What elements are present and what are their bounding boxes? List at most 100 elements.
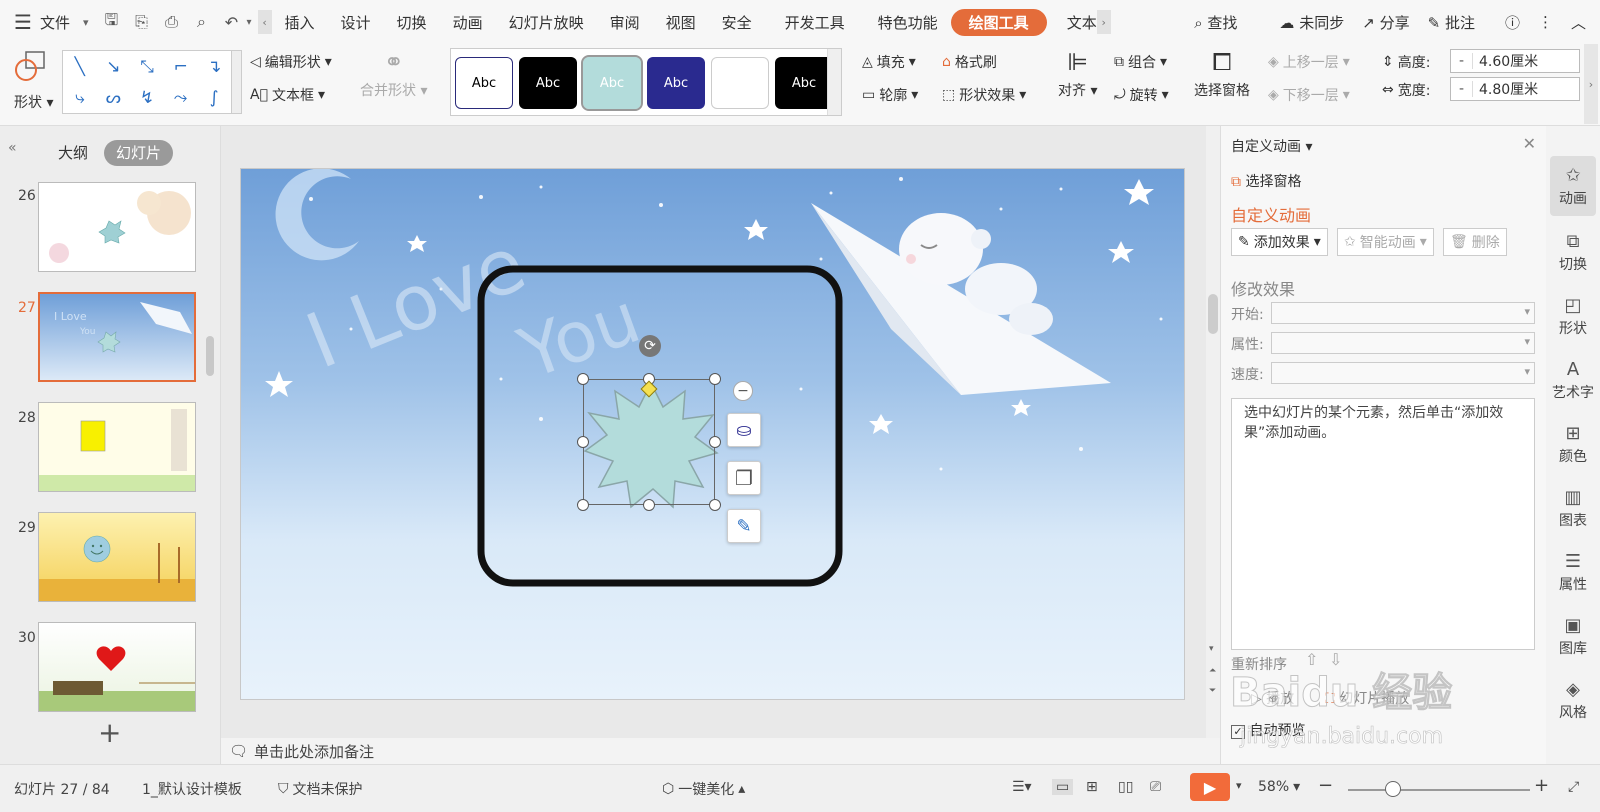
one-click-beautify[interactable]: ⬡ 一键美化 ▴	[662, 779, 745, 799]
play-slideshow-button[interactable]: ▶	[1190, 773, 1230, 801]
chevron-down-icon[interactable]: ▾	[246, 17, 251, 28]
fit-window-icon[interactable]: ⤢	[1568, 779, 1579, 795]
scroll-thumb[interactable]	[1208, 294, 1218, 334]
tab-special[interactable]: 特色功能	[858, 12, 951, 33]
prev-slide-icon[interactable]: ⏶	[1209, 666, 1216, 676]
print-icon[interactable]: ⎙	[156, 12, 186, 32]
double-arrow-icon[interactable]: ⤡	[130, 51, 164, 82]
zoom-level[interactable]: 58% ▾	[1258, 779, 1300, 795]
send-backward-button[interactable]: ◈ 下移一层 ▾	[1268, 85, 1350, 105]
selection-pane-button[interactable]: ⧠ 选择窗格	[1194, 48, 1250, 100]
slide-canvas[interactable]: I Love You ⟳ − ⛀ ❐ ✎	[240, 168, 1185, 700]
merge-shape-button[interactable]: ⚭ 合并形状 ▾	[360, 48, 427, 100]
format-painter-button[interactable]: ⌂ 格式刷	[942, 52, 997, 72]
shape-effect-button[interactable]: ⬚ 形状效果 ▾	[942, 85, 1026, 105]
width-decrement[interactable]: -	[1451, 81, 1473, 97]
tab-insert[interactable]: 插入	[272, 12, 328, 33]
resize-handle-bm[interactable]	[643, 499, 655, 511]
help-icon[interactable]: ⓘ	[1505, 12, 1520, 33]
resize-handle-br[interactable]	[709, 499, 721, 511]
notes-toggle-icon[interactable]: ☰▾	[1012, 779, 1032, 795]
smart-animation-button[interactable]: ✩ 智能动画 ▾	[1337, 228, 1434, 256]
arrow-line-icon[interactable]: ↘	[97, 51, 131, 82]
rotate-button[interactable]: ⤾ 旋转 ▾	[1114, 85, 1169, 105]
freeform-icon[interactable]: ∫	[197, 82, 231, 113]
tab-scroll-right[interactable]: ›	[1096, 10, 1111, 34]
outline-button[interactable]: ▭ 轮廓 ▾	[862, 85, 918, 105]
slide-thumbnail-27[interactable]: I Love You	[38, 292, 196, 382]
comment-button[interactable]: ✎ 批注	[1428, 12, 1475, 33]
rotate-handle[interactable]: ⟳	[639, 335, 661, 357]
shape-gallery[interactable]: ╲ ↘ ⤡ ⌐ ↴ ⤷ ᔕ ↯ ⤳ ∫	[62, 50, 232, 114]
tab-developer[interactable]: 开发工具	[765, 12, 858, 33]
presenter-view-icon[interactable]: ⎚	[1150, 779, 1161, 795]
property-select[interactable]	[1271, 332, 1535, 354]
add-effect-button[interactable]: ✎ 添加效果 ▾	[1231, 228, 1328, 256]
print-preview-icon[interactable]: ⌕	[186, 12, 216, 32]
tab-design[interactable]: 设计	[328, 12, 384, 33]
elbow-double-arrow-icon[interactable]: ⤷	[63, 82, 97, 113]
align-button[interactable]: ⊫ 对齐 ▾	[1058, 48, 1097, 100]
sidebar-item-chart[interactable]: ▥ 图表	[1550, 478, 1596, 538]
sidebar-item-animation[interactable]: ✩ 动画	[1550, 156, 1596, 216]
width-field[interactable]: - 4.80厘米	[1450, 77, 1580, 101]
share-button[interactable]: ↗ 分享	[1362, 12, 1409, 33]
slide-vertical-scrollbar[interactable]: ▾ ⏶ ⏷	[1206, 126, 1220, 738]
sidebar-item-word-art[interactable]: A 艺术字	[1550, 350, 1596, 410]
sidebar-item-transition[interactable]: ⧉ 切换	[1550, 222, 1596, 282]
delete-button[interactable]: 🗑 删除	[1443, 228, 1507, 256]
thumbnail-scrollbar[interactable]	[206, 336, 214, 376]
speed-select[interactable]	[1271, 362, 1535, 384]
tab-view[interactable]: 视图	[653, 12, 709, 33]
tab-transition[interactable]: 切换	[384, 12, 440, 33]
file-menu[interactable]: 文件	[38, 12, 83, 33]
tab-text[interactable]: 文本	[1047, 12, 1097, 33]
zoom-out-button[interactable]: −	[1318, 775, 1333, 796]
menu-icon[interactable]: ☰	[14, 10, 32, 34]
move-down-icon[interactable]: ⇩	[1329, 650, 1342, 669]
move-up-icon[interactable]: ⇧	[1305, 650, 1318, 669]
fill-button[interactable]: ◬ 填充 ▾	[862, 52, 916, 72]
close-icon[interactable]: ✕	[1523, 134, 1536, 153]
float-outline-button[interactable]: ❐	[727, 461, 761, 495]
resize-handle-mr[interactable]	[709, 436, 721, 448]
height-field[interactable]: - 4.60厘米	[1450, 49, 1580, 73]
sidebar-item-properties[interactable]: ☰ 属性	[1550, 542, 1596, 602]
tab-animation[interactable]: 动画	[440, 12, 496, 33]
document-protection[interactable]: ⛉ 文档未保护	[278, 779, 363, 799]
collapse-float-toolbar-icon[interactable]: −	[733, 381, 753, 401]
search-button[interactable]: ⌕ 查找	[1194, 12, 1237, 33]
shape-button[interactable]: 形状 ▾	[14, 50, 53, 112]
style-white[interactable]: Abc	[455, 57, 513, 109]
resize-handle-tl[interactable]	[577, 373, 589, 385]
start-select[interactable]	[1271, 302, 1535, 324]
selection-pane-link[interactable]: ⧉ 选择窗格	[1231, 171, 1301, 191]
slide-thumbnail-26[interactable]	[38, 182, 196, 272]
style-gallery-scroll[interactable]	[827, 49, 841, 115]
style-black[interactable]: Abc	[519, 57, 577, 109]
style-black-2[interactable]: Abc	[775, 57, 833, 109]
elbow-connector-icon[interactable]: ⌐	[164, 51, 198, 82]
tab-outline[interactable]: 大纲	[58, 140, 88, 166]
curve-double-arrow-icon[interactable]: ⤳	[164, 82, 198, 113]
zoom-slider-track[interactable]	[1348, 789, 1530, 791]
slide-thumbnail-29[interactable]	[38, 512, 196, 602]
slide-thumbnail-30[interactable]	[38, 622, 196, 712]
style-navy[interactable]: Abc	[647, 57, 705, 109]
tab-slides[interactable]: 幻灯片	[104, 140, 174, 166]
auto-preview-checkbox[interactable]: ✓ 自动预览	[1231, 720, 1305, 740]
float-fill-button[interactable]: ⛀	[727, 413, 761, 447]
style-blank[interactable]	[711, 57, 769, 109]
collapse-ribbon-icon[interactable]: ︿	[1571, 12, 1586, 33]
scroll-down-icon[interactable]: ▾	[1209, 644, 1214, 654]
sidebar-item-shape[interactable]: ◰ 形状	[1550, 286, 1596, 346]
reading-view-icon[interactable]: ▯▯	[1118, 779, 1133, 795]
slide-sorter-icon[interactable]: ⊞	[1086, 779, 1098, 795]
normal-view-icon[interactable]: ▭	[1052, 779, 1074, 795]
gallery-scroll[interactable]	[232, 50, 242, 114]
next-slide-icon[interactable]: ⏷	[1209, 686, 1216, 696]
resize-handle-tr[interactable]	[709, 373, 721, 385]
tab-review[interactable]: 审阅	[597, 12, 653, 33]
height-decrement[interactable]: -	[1451, 53, 1473, 69]
more-icon[interactable]: ⋮	[1538, 13, 1553, 31]
